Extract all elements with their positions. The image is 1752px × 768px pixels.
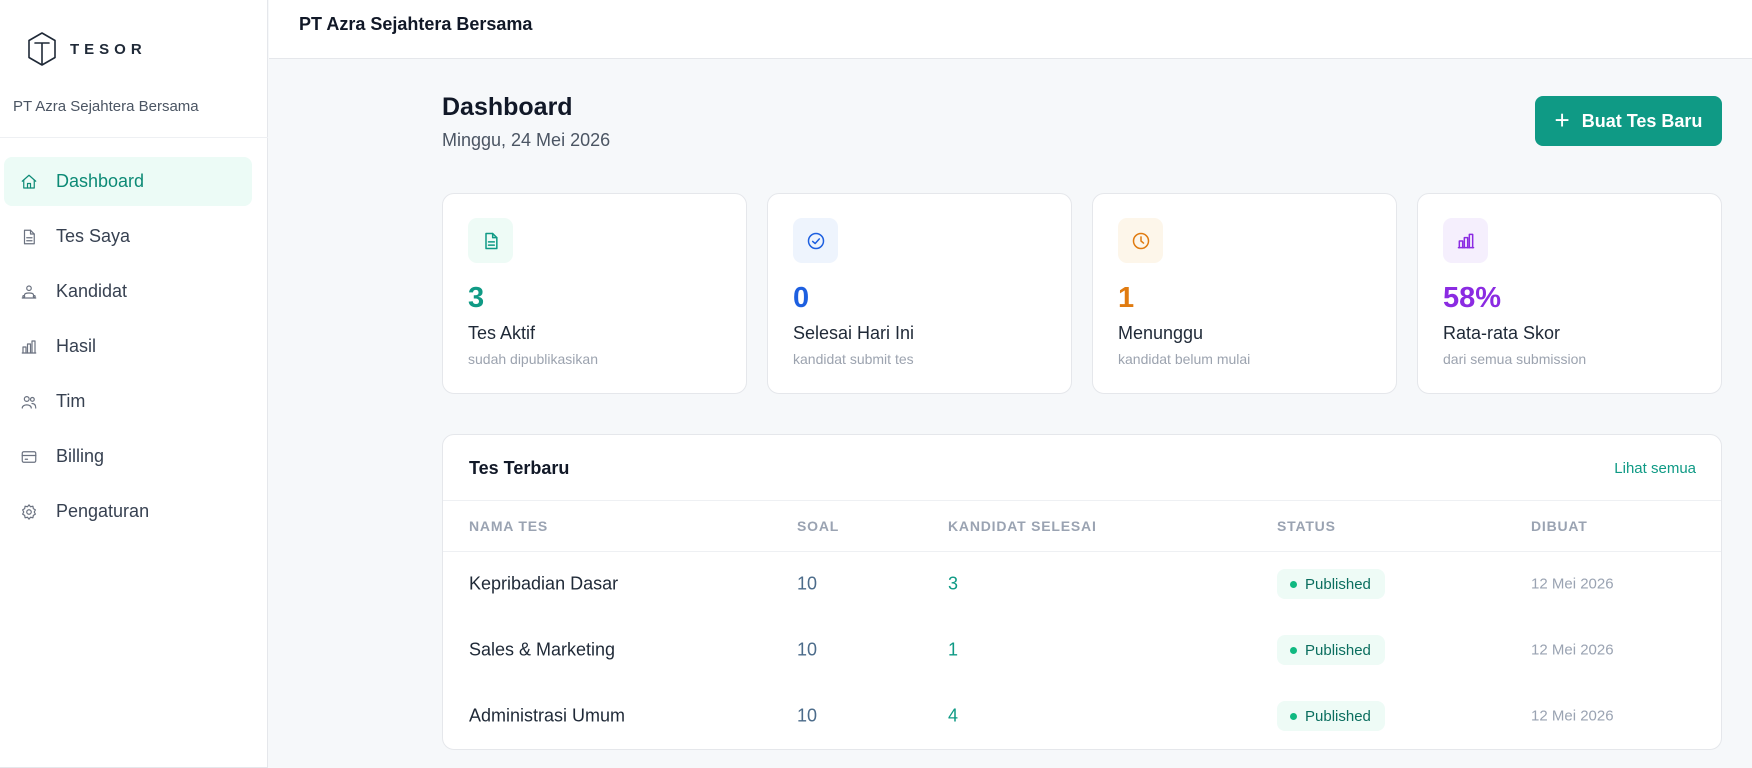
stat-value: 1 xyxy=(1118,282,1135,314)
created-date: 12 Mei 2026 xyxy=(1531,707,1614,725)
sidebar-item-pengaturan[interactable]: Pengaturan xyxy=(4,487,252,536)
credit-card-icon xyxy=(19,447,39,467)
see-all-link[interactable]: Lihat semua xyxy=(1614,460,1696,477)
question-count: 10 xyxy=(797,639,818,660)
sidebar-item-billing[interactable]: Billing xyxy=(4,432,252,481)
stat-label: Tes Aktif xyxy=(468,323,536,343)
stat-label: Selesai Hari Ini xyxy=(793,323,915,343)
column-header-status[interactable]: STATUS xyxy=(1277,518,1336,534)
sidebar-divider xyxy=(0,137,268,138)
tesor-logo-icon xyxy=(28,32,56,66)
sidebar-item-dashboard[interactable]: Dashboard xyxy=(4,157,252,206)
stat-label: Menunggu xyxy=(1118,323,1204,343)
home-icon xyxy=(19,172,39,192)
sidebar-item-hasil[interactable]: Hasil xyxy=(4,322,252,371)
stat-card-rata-rata-skor: 58% Rata-rata Skor dari semua submission xyxy=(1417,193,1722,394)
org-name: PT Azra Sejahtera Bersama xyxy=(13,98,199,115)
sidebar-item-label: Hasil xyxy=(56,336,97,356)
stat-value: 3 xyxy=(468,282,485,314)
column-header-soal[interactable]: SOAL xyxy=(797,518,839,534)
new-test-button-label: Buat Tes Baru xyxy=(1581,110,1703,131)
completed-count: 1 xyxy=(948,639,959,660)
sidebar-item-kandidat[interactable]: Kandidat xyxy=(4,267,252,316)
document-icon xyxy=(19,227,39,247)
sidebar-item-tim[interactable]: Tim xyxy=(4,377,252,426)
status-dot-icon xyxy=(1290,580,1297,588)
status-badge: Published xyxy=(1277,635,1385,665)
column-header-nama-tes[interactable]: NAMA TES xyxy=(469,518,548,534)
page-date: Minggu, 24 Mei 2026 xyxy=(442,130,611,150)
candidate-icon xyxy=(19,282,39,302)
status-badge: Published xyxy=(1277,569,1385,599)
status-cell: Published xyxy=(1277,701,1385,731)
sidebar-item-label: Dashboard xyxy=(56,171,145,191)
panel-title: Tes Terbaru xyxy=(469,458,570,478)
status-cell: Published xyxy=(1277,635,1385,665)
stat-card-tes-aktif: 3 Tes Aktif sudah dipublikasikan xyxy=(442,193,747,394)
stat-label: Rata-rata Skor xyxy=(1443,323,1561,343)
completed-count: 4 xyxy=(948,705,959,726)
stat-sub: dari semua submission xyxy=(1443,351,1587,367)
bar-chart-icon xyxy=(19,337,39,357)
bar-chart-icon xyxy=(1443,218,1488,263)
sidebar-item-label: Tes Saya xyxy=(56,226,131,246)
app-logo[interactable]: TESOR xyxy=(26,31,147,67)
page-title: Dashboard xyxy=(442,93,573,121)
stat-sub: kandidat belum mulai xyxy=(1118,351,1251,367)
sidebar-item-label: Pengaturan xyxy=(56,501,150,521)
sidebar-item-label: Kandidat xyxy=(56,281,128,301)
created-date: 12 Mei 2026 xyxy=(1531,575,1614,593)
stat-sub: kandidat submit tes xyxy=(793,351,914,367)
table-row[interactable]: Administrasi Umum 10 4 Published 12 Mei … xyxy=(443,683,1721,749)
sidebar-item-label: Billing xyxy=(56,446,105,466)
stat-sub: sudah dipublikasikan xyxy=(468,351,598,367)
column-header-dibuat[interactable]: DIBUAT xyxy=(1531,518,1588,534)
document-icon xyxy=(468,218,513,263)
test-name[interactable]: Kepribadian Dasar xyxy=(469,574,618,595)
question-count: 10 xyxy=(797,705,818,726)
status-dot-icon xyxy=(1290,646,1297,654)
recent-tests-panel: Tes Terbaru Lihat semua NAMA TES SOAL KA… xyxy=(442,434,1722,750)
test-name[interactable]: Administrasi Umum xyxy=(469,706,625,727)
table-row[interactable]: Kepribadian Dasar 10 3 Published 12 Mei … xyxy=(443,551,1721,617)
sidebar: TESOR PT Azra Sejahtera Bersama Dashboar… xyxy=(0,0,268,768)
status-label: Published xyxy=(1305,575,1371,593)
status-label: Published xyxy=(1305,707,1371,725)
top-bar: PT Azra Sejahtera Bersama xyxy=(269,0,1752,59)
stat-value: 0 xyxy=(793,282,810,314)
status-label: Published xyxy=(1305,641,1371,659)
plus-icon: + xyxy=(1554,104,1570,135)
panel-divider xyxy=(443,500,1721,501)
sidebar-item-tes-saya[interactable]: Tes Saya xyxy=(4,212,252,261)
question-count: 10 xyxy=(797,573,818,594)
logo-text: TESOR xyxy=(70,40,147,58)
completed-count: 3 xyxy=(948,573,959,594)
table-row[interactable]: Sales & Marketing 10 1 Published 12 Mei … xyxy=(443,617,1721,683)
status-dot-icon xyxy=(1290,712,1297,720)
stat-value: 58% xyxy=(1443,282,1502,314)
test-name[interactable]: Sales & Marketing xyxy=(469,640,615,661)
clock-icon xyxy=(1118,218,1163,263)
check-circle-icon xyxy=(793,218,838,263)
stat-card-selesai-hari-ini: 0 Selesai Hari Ini kandidat submit tes xyxy=(767,193,1072,394)
users-icon xyxy=(19,392,39,412)
status-badge: Published xyxy=(1277,701,1385,731)
new-test-button[interactable]: + Buat Tes Baru xyxy=(1535,96,1722,146)
gear-icon xyxy=(19,502,39,522)
created-date: 12 Mei 2026 xyxy=(1531,641,1614,659)
topbar-org-title: PT Azra Sejahtera Bersama xyxy=(299,14,533,34)
sidebar-item-label: Tim xyxy=(56,391,86,411)
sidebar-nav: Dashboard Tes Saya Kandidat Hasil Tim Bi… xyxy=(4,157,252,542)
column-header-kandidat-selesai[interactable]: KANDIDAT SELESAI xyxy=(948,518,1097,534)
status-cell: Published xyxy=(1277,569,1385,599)
stat-card-menunggu: 1 Menunggu kandidat belum mulai xyxy=(1092,193,1397,394)
